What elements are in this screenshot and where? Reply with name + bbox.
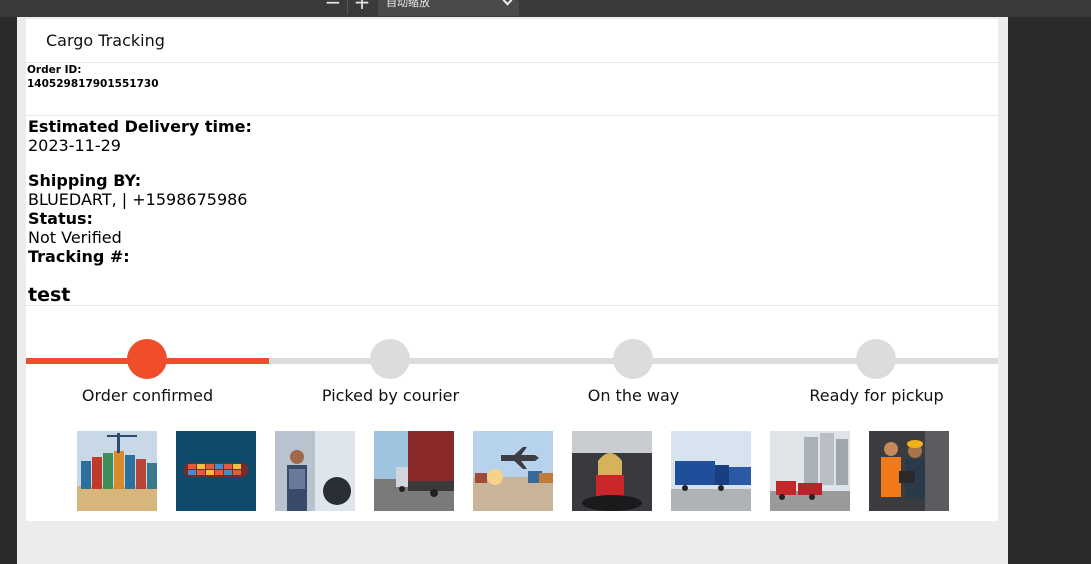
truck-driver-image	[275, 431, 355, 511]
step-on-the-way: On the way	[512, 19, 755, 419]
step-ready-for-pickup: Ready for pickup	[755, 19, 998, 419]
red-truck-image	[374, 431, 454, 511]
airplane-containers-image	[473, 431, 553, 511]
step-dot	[856, 339, 896, 379]
container-port-image	[77, 431, 157, 511]
warehouse-workers-image	[869, 431, 949, 511]
step-order-confirmed: Order confirmed	[26, 19, 269, 419]
tracking-card: Cargo Tracking Order ID: 140529817901551…	[26, 19, 998, 521]
chevron-down-icon	[502, 0, 513, 6]
blue-trucks-image	[671, 431, 751, 511]
zoom-select-value: 自动缩放	[386, 0, 430, 9]
zoom-in-button[interactable]: +	[350, 0, 374, 14]
toolbar-divider	[347, 0, 348, 14]
step-label: Ready for pickup	[809, 386, 944, 405]
zoom-out-button[interactable]: −	[321, 0, 345, 14]
step-picked-by-courier: Picked by courier	[269, 19, 512, 419]
viewer-toolbar: − + 自动缩放	[0, 0, 1091, 17]
step-dot	[613, 339, 653, 379]
step-label: On the way	[587, 386, 680, 405]
step-label: Picked by courier	[321, 386, 460, 405]
document-page-area: Cargo Tracking Order ID: 140529817901551…	[17, 17, 1008, 564]
cargo-ship-image	[176, 431, 256, 511]
female-driver-image	[572, 431, 652, 511]
red-trucks-silos-image	[770, 431, 850, 511]
step-dot	[127, 339, 167, 379]
viewer-background	[1008, 17, 1091, 564]
step-label: Order confirmed	[81, 386, 214, 405]
zoom-select[interactable]: 自动缩放	[378, 0, 519, 16]
step-dot	[370, 339, 410, 379]
